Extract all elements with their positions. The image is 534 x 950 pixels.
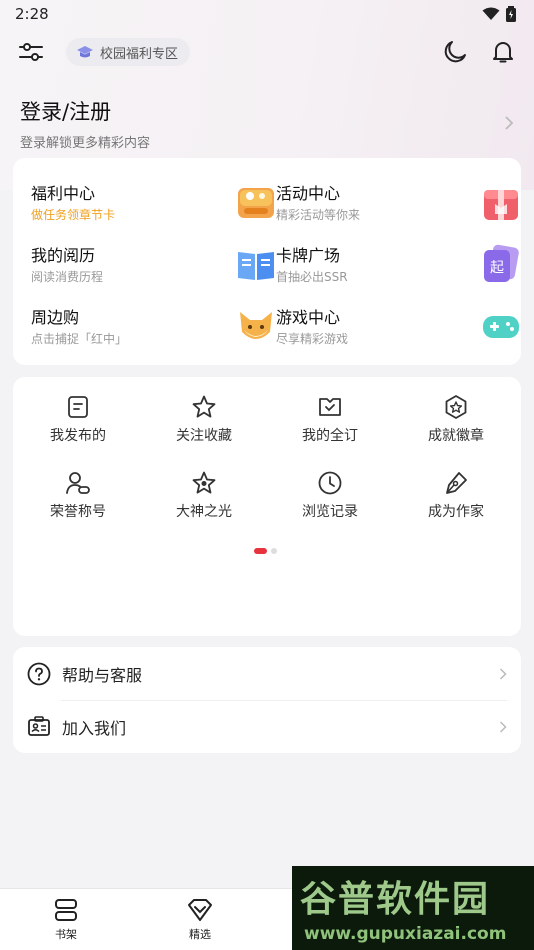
filter-settings-icon[interactable]: [18, 39, 44, 65]
service-subtitle: 点击捕捉「红中」: [31, 332, 128, 346]
top-header: 校园福利专区: [0, 34, 534, 70]
night-mode-icon[interactable]: [442, 39, 468, 65]
fox-mascot-icon: [240, 312, 272, 339]
gamepad-icon: [483, 316, 519, 338]
clock-icon: [318, 471, 342, 495]
service-title: 游戏中心: [276, 308, 341, 327]
shortcut-grid-card: 我发布的 关注收藏 我的全订 成就徽章 荣誉称号 大神之光 浏览记录 成为作家: [13, 377, 521, 636]
grid-item-label: 浏览记录: [302, 504, 358, 520]
service-game-center[interactable]: 游戏中心 尽享精彩游戏: [276, 304, 521, 360]
watermark-logo: 谷普软件园 www.gupuxiazai.com: [292, 866, 534, 950]
notification-bell-icon[interactable]: [490, 39, 516, 65]
campus-welfare-button[interactable]: 校园福利专区: [66, 38, 191, 66]
battery-icon: [506, 6, 516, 22]
service-activity-center[interactable]: 活动中心 精彩活动等你来: [276, 180, 521, 236]
bookshelf-icon: [55, 899, 77, 921]
grid-item-honor-titles[interactable]: 荣誉称号: [15, 470, 141, 526]
service-title: 活动中心: [276, 184, 341, 203]
page-dot: [271, 548, 277, 554]
status-time: 2:28: [15, 5, 49, 23]
user-badge-icon: [66, 472, 90, 494]
grid-item-master-glory[interactable]: 大神之光: [141, 470, 267, 526]
wifi-icon: [482, 7, 500, 20]
document-icon: [68, 396, 88, 418]
page-dot-active: [254, 548, 267, 554]
chevron-right-icon: [505, 116, 514, 130]
service-subtitle: 做任务领章节卡: [31, 208, 116, 222]
nav-featured-label: 精选: [189, 928, 211, 941]
service-reading-history[interactable]: 我的阅历 阅读消费历程: [31, 242, 276, 298]
nav-bookshelf-label: 书架: [55, 928, 77, 941]
open-book-icon: [238, 252, 274, 280]
help-card: 帮助与客服 加入我们: [13, 647, 521, 753]
pen-icon: [446, 472, 467, 494]
grid-item-favorites[interactable]: 关注收藏: [141, 394, 267, 450]
star-outline-icon: [192, 471, 216, 494]
welfare-icon: [238, 188, 274, 218]
svg-text:起: 起: [490, 260, 504, 276]
campus-welfare-label: 校园福利专区: [100, 46, 179, 62]
card-icon: 起: [484, 244, 519, 282]
help-support-row[interactable]: 帮助与客服: [13, 647, 521, 700]
service-subtitle: 精彩活动等你来: [276, 208, 361, 222]
service-title: 我的阅历: [31, 246, 96, 265]
star-icon: [192, 395, 216, 418]
grid-item-label: 成就徽章: [428, 428, 484, 444]
grid-item-become-author[interactable]: 成为作家: [393, 470, 519, 526]
grid-item-label: 关注收藏: [176, 428, 232, 444]
service-title: 周边购: [31, 308, 80, 327]
grid-item-label: 我发布的: [50, 428, 106, 444]
chevron-right-icon: [499, 720, 507, 733]
nav-featured[interactable]: 精选: [160, 897, 240, 942]
watermark-title: 谷普软件园: [300, 879, 491, 920]
chevron-right-icon: [499, 667, 507, 680]
help-circle-icon: [27, 662, 51, 685]
watermark-url: www.gupuxiazai.com: [304, 924, 507, 944]
grid-item-label: 成为作家: [428, 504, 484, 520]
service-subtitle: 尽享精彩游戏: [276, 332, 349, 346]
id-card-icon: [28, 715, 50, 736]
gift-box-icon: [484, 190, 518, 220]
grid-item-browse-history[interactable]: 浏览记录: [267, 470, 393, 526]
grid-item-label: 大神之光: [176, 504, 232, 520]
services-card: 福利中心 做任务领章节卡 活动中心 精彩活动等你来 我的阅历 阅读消费历程 卡牌…: [13, 158, 521, 365]
grid-item-subscriptions[interactable]: 我的全订: [267, 394, 393, 450]
login-title: 登录/注册: [20, 100, 112, 124]
join-us-label: 加入我们: [62, 718, 127, 738]
service-card-plaza[interactable]: 卡牌广场 首抽必出SSR 起: [276, 242, 521, 298]
badge-icon: [445, 395, 467, 419]
status-bar: 2:28: [0, 0, 534, 28]
page-indicator: [254, 548, 277, 554]
join-us-row[interactable]: 加入我们: [13, 700, 521, 753]
service-subtitle: 阅读消费历程: [31, 270, 104, 284]
grid-item-my-posts[interactable]: 我发布的: [15, 394, 141, 450]
diamond-icon: [188, 899, 212, 921]
service-welfare-center[interactable]: 福利中心 做任务领章节卡: [31, 180, 276, 236]
grid-item-badges[interactable]: 成就徽章: [393, 394, 519, 450]
graduation-cap-icon: [77, 46, 93, 58]
service-title: 卡牌广场: [276, 246, 341, 265]
login-register-section[interactable]: 登录/注册 登录解锁更多精彩内容: [20, 96, 514, 151]
grid-item-label: 荣誉称号: [50, 504, 106, 520]
service-title: 福利中心: [31, 184, 96, 203]
help-support-label: 帮助与客服: [62, 665, 143, 685]
nav-bookshelf[interactable]: 书架: [26, 897, 106, 942]
service-subtitle: 首抽必出SSR: [276, 270, 348, 284]
service-merch-shop[interactable]: 周边购 点击捕捉「红中」: [31, 304, 276, 360]
subscription-icon: [319, 398, 341, 416]
grid-item-label: 我的全订: [302, 428, 358, 444]
login-subtitle: 登录解锁更多精彩内容: [20, 136, 151, 151]
